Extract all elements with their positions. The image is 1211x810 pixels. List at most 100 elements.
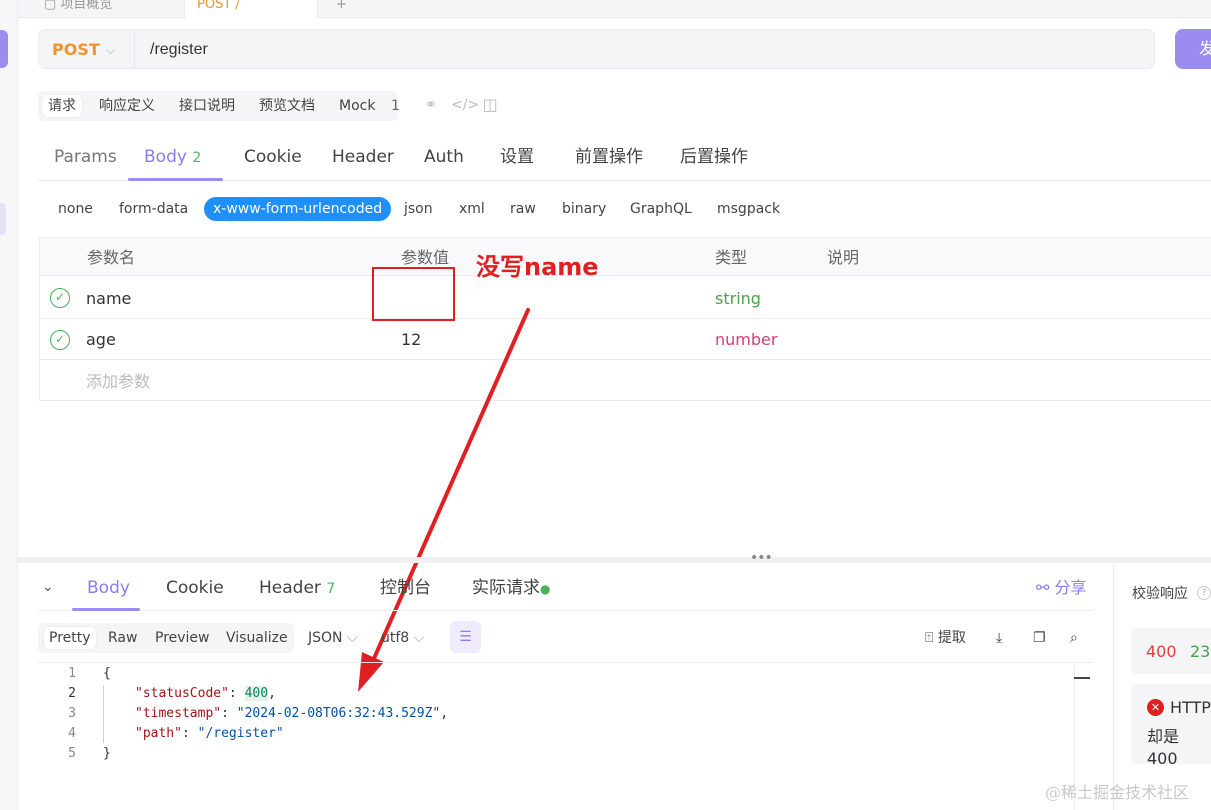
tab-post-register[interactable]: POST /: [184, 0, 318, 18]
code-icon[interactable]: </>: [451, 96, 479, 114]
param-type[interactable]: number: [715, 329, 777, 351]
tab-auth[interactable]: Auth: [424, 145, 464, 169]
column-header-type: 类型: [715, 248, 748, 267]
method-select[interactable]: POST: [52, 38, 100, 62]
body-type-raw[interactable]: raw: [510, 197, 536, 221]
tab-body[interactable]: Body 2: [144, 145, 201, 169]
header-count-badge: 7: [326, 581, 336, 597]
format-select-value: JSON: [308, 630, 343, 646]
line-number: 1: [68, 666, 76, 681]
add-param-placeholder[interactable]: 添加参数: [86, 371, 150, 393]
checkbox-checked-icon[interactable]: ✓: [50, 330, 70, 350]
share-button[interactable]: ⚯ 分享: [1036, 576, 1087, 600]
tab-request[interactable]: 请求: [42, 95, 82, 117]
chevron-down-icon: ⌵: [409, 630, 425, 646]
error-message: 却是 400: [1147, 727, 1180, 768]
link-icon[interactable]: ⚭: [422, 96, 440, 114]
body-type-none[interactable]: none: [58, 197, 93, 221]
tab-api-description[interactable]: 接口说明: [173, 95, 241, 117]
share-icon: ⚯: [1036, 578, 1055, 597]
json-key: "statusCode": [135, 686, 229, 701]
divider: [40, 318, 1211, 319]
body-type-binary[interactable]: binary: [562, 197, 606, 221]
response-tab-console[interactable]: 控制台: [380, 576, 431, 600]
line-number: 3: [68, 706, 76, 721]
tab-preview-doc[interactable]: 预览文档: [253, 95, 321, 117]
extract-button[interactable]: ⍐ 提取: [925, 627, 966, 649]
params-table-header: [40, 238, 1211, 276]
column-header-description: 说明: [827, 248, 860, 267]
divider: [38, 610, 1093, 611]
extract-icon: ⍐: [925, 630, 938, 646]
annotation-arrow-icon: [358, 308, 530, 692]
response-tab-header[interactable]: Header 7: [259, 576, 335, 600]
add-tab-icon[interactable]: +: [336, 0, 347, 18]
send-button[interactable]: 发: [1175, 29, 1211, 69]
chevron-down-icon[interactable]: ⌵: [106, 40, 124, 60]
code-line: }: [103, 746, 111, 761]
download-icon[interactable]: ⤓: [996, 627, 1002, 649]
response-tab-body[interactable]: Body: [87, 576, 130, 600]
body-type-xml[interactable]: xml: [459, 197, 485, 221]
drag-handle-icon[interactable]: •••: [750, 551, 773, 565]
tab-mock[interactable]: Mock: [333, 95, 381, 117]
sidebar-item[interactable]: [0, 203, 6, 235]
tab-post-operations[interactable]: 后置操作: [680, 145, 748, 169]
body-type-json[interactable]: json: [404, 197, 433, 221]
tab-overview[interactable]: ▢ 项目概览: [44, 0, 112, 18]
share-label: 分享: [1054, 578, 1087, 597]
view-visualize[interactable]: Visualize: [221, 627, 293, 649]
param-type[interactable]: string: [715, 288, 761, 310]
body-type-graphql[interactable]: GraphQL: [630, 197, 692, 221]
layout-icon[interactable]: ◫: [481, 96, 499, 114]
view-raw[interactable]: Raw: [103, 627, 142, 649]
chevron-down-icon[interactable]: ⌄: [42, 576, 54, 598]
status-dot-icon: ●: [540, 582, 551, 596]
search-icon[interactable]: ⌕: [1070, 627, 1078, 649]
encoding-select[interactable]: utf8 ⌵: [381, 627, 424, 649]
copy-icon[interactable]: ❐: [1033, 627, 1046, 649]
tab-header[interactable]: Header: [332, 145, 394, 169]
mock-count: 1: [391, 98, 400, 114]
param-name[interactable]: age: [86, 329, 116, 351]
code-line: "timestamp": "2024-02-08T06:32:43.529Z",: [135, 706, 449, 721]
error-icon: ✕: [1147, 699, 1164, 716]
body-type-form-data[interactable]: form-data: [119, 197, 188, 221]
response-tab-header-label: Header: [259, 578, 321, 598]
left-sidebar: [0, 0, 18, 810]
code-line: "statusCode": 400,: [135, 686, 276, 701]
tab-pre-operations[interactable]: 前置操作: [575, 145, 643, 169]
json-key: "timestamp": [135, 706, 222, 721]
format-select[interactable]: JSON ⌵: [308, 627, 358, 649]
extract-label: 提取: [937, 630, 966, 646]
error-title: HTTP: [1170, 698, 1211, 717]
help-icon[interactable]: ?: [1197, 586, 1211, 600]
url-input[interactable]: [150, 37, 1050, 63]
tab-response-definition[interactable]: 响应定义: [93, 95, 161, 117]
tab-params[interactable]: Params: [54, 145, 117, 169]
json-number: 400: [244, 686, 269, 701]
sidebar-active-button[interactable]: [0, 30, 8, 68]
line-number: 4: [68, 726, 76, 741]
document-icon: ▢: [44, 0, 61, 12]
tab-cookie[interactable]: Cookie: [244, 145, 302, 169]
response-tab-cookie[interactable]: Cookie: [166, 576, 224, 600]
body-type-msgpack[interactable]: msgpack: [717, 197, 780, 221]
checkbox-checked-icon[interactable]: ✓: [50, 288, 70, 308]
view-preview[interactable]: Preview: [150, 627, 215, 649]
wrap-lines-icon[interactable]: ☰: [450, 621, 481, 653]
chevron-down-icon: ⌵: [342, 630, 358, 646]
column-header-name: 参数名: [87, 248, 136, 267]
body-type-x-www-form-urlencoded[interactable]: x-www-form-urlencoded: [204, 197, 392, 221]
scroll-marker: [1074, 677, 1090, 679]
divider: [134, 30, 135, 68]
panel-resize-handle[interactable]: [18, 557, 1211, 563]
param-name[interactable]: name: [86, 288, 131, 310]
response-tab-actual-label: 实际请求: [472, 578, 540, 598]
tab-settings[interactable]: 设置: [500, 145, 534, 169]
column-header-value: 参数值: [401, 248, 450, 267]
response-tab-actual-request[interactable]: 实际请求●: [472, 576, 550, 600]
code-line: {: [103, 666, 111, 681]
view-pretty[interactable]: Pretty: [44, 627, 96, 649]
divider: [40, 359, 1211, 360]
